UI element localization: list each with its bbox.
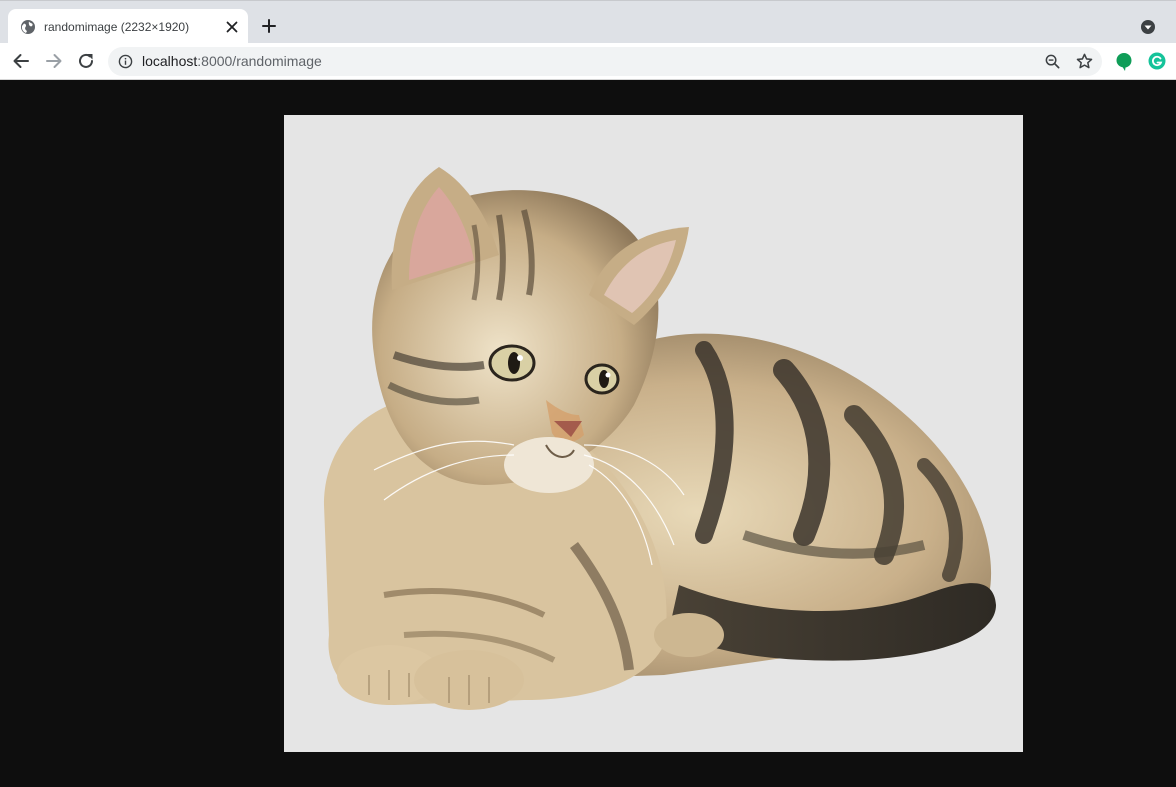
new-tab-icon[interactable] [259, 16, 279, 36]
grammarly-icon[interactable] [1148, 52, 1166, 70]
close-icon[interactable] [222, 17, 242, 37]
tab-search-icon[interactable] [1139, 18, 1157, 36]
url-text[interactable]: localhost:8000/randomimage [142, 53, 322, 70]
url-host: localhost [142, 53, 198, 69]
browser-tab[interactable]: randomimage (2232×1920) [8, 9, 248, 44]
tab-title: randomimage (2232×1920) [44, 20, 190, 34]
bookmark-star-icon[interactable] [1075, 52, 1094, 71]
browser-toolbar: localhost:8000/randomimage [0, 43, 1176, 80]
page-viewport [0, 80, 1176, 787]
url-path: :8000/randomimage [197, 53, 322, 69]
globe-icon [21, 20, 35, 34]
extension-icon[interactable] [1115, 52, 1133, 72]
address-bar[interactable]: localhost:8000/randomimage [108, 47, 1102, 76]
reload-icon[interactable] [74, 49, 98, 73]
info-icon[interactable] [118, 54, 133, 69]
back-arrow-icon[interactable] [9, 49, 33, 73]
kitten-illustration [284, 115, 1023, 752]
kitten-image[interactable] [284, 115, 1023, 752]
zoom-out-icon[interactable] [1044, 53, 1061, 70]
forward-arrow-icon[interactable] [42, 49, 66, 73]
tab-strip: randomimage (2232×1920) [0, 0, 1176, 44]
